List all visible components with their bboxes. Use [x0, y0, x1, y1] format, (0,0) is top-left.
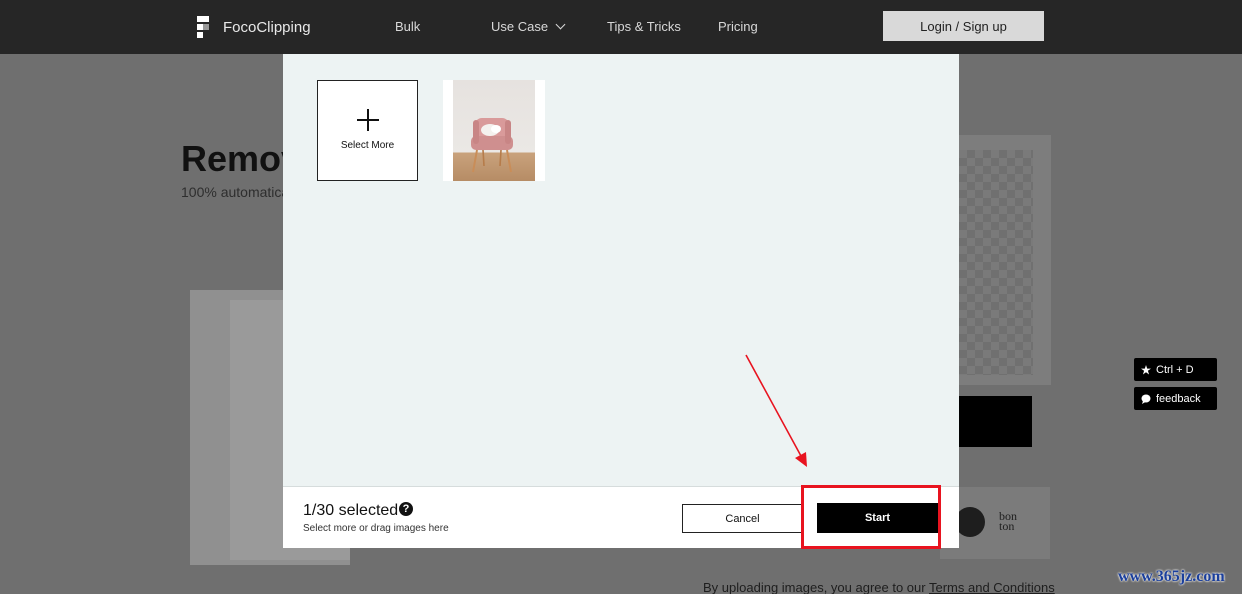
brand-logo-circle	[955, 507, 985, 537]
brand-logo-bonton: bon ton	[999, 509, 1017, 533]
star-icon	[1141, 364, 1151, 374]
start-highlight-box	[801, 485, 941, 549]
image-thumbnail[interactable]	[443, 80, 545, 181]
transparent-preview	[959, 150, 1033, 375]
fococlipping-logo-icon	[197, 16, 215, 38]
hero-subtitle: 100% automatica	[181, 184, 290, 200]
nav-link-pricing[interactable]: Pricing	[718, 19, 758, 34]
drag-hint: Select more or drag images here	[303, 523, 449, 534]
upload-modal: Select More 1/30 selected ? Select more …	[283, 54, 959, 548]
pink-chair-image	[453, 80, 535, 181]
upload-button-background	[959, 396, 1032, 447]
feedback-button[interactable]: feedback	[1134, 387, 1217, 410]
plus-icon	[356, 108, 379, 131]
feedback-label: feedback	[1156, 392, 1201, 405]
logo-text: FocoClipping	[223, 18, 311, 36]
bookmark-label: Ctrl + D	[1156, 363, 1194, 376]
nav-link-use-case-label: Use Case	[491, 19, 549, 34]
terms-prefix: By uploading images, you agree to our	[703, 580, 926, 594]
logo[interactable]: FocoClipping	[197, 16, 311, 38]
selected-count: 1/30 selected	[303, 502, 399, 519]
terms-notice: By uploading images, you agree to our Te…	[703, 580, 1055, 594]
login-signup-button[interactable]: Login / Sign up	[883, 11, 1044, 41]
select-more-label: Select More	[340, 139, 395, 151]
top-nav: FocoClipping Bulk Use Case Tips & Tricks…	[0, 0, 1242, 54]
cancel-button[interactable]: Cancel	[682, 504, 803, 533]
nav-link-tips-tricks[interactable]: Tips & Tricks	[607, 19, 681, 34]
chat-bubble-icon	[1141, 394, 1151, 404]
chevron-down-icon	[555, 19, 566, 30]
select-more-button[interactable]: Select More	[317, 80, 418, 181]
bookmark-button[interactable]: Ctrl + D	[1134, 358, 1217, 381]
watermark: www.365jz.com	[1118, 568, 1225, 585]
help-icon[interactable]: ?	[399, 502, 413, 516]
terms-link[interactable]: Terms and Conditions	[929, 580, 1055, 594]
nav-link-use-case[interactable]: Use Case	[491, 19, 566, 34]
nav-link-bulk[interactable]: Bulk	[395, 19, 420, 34]
